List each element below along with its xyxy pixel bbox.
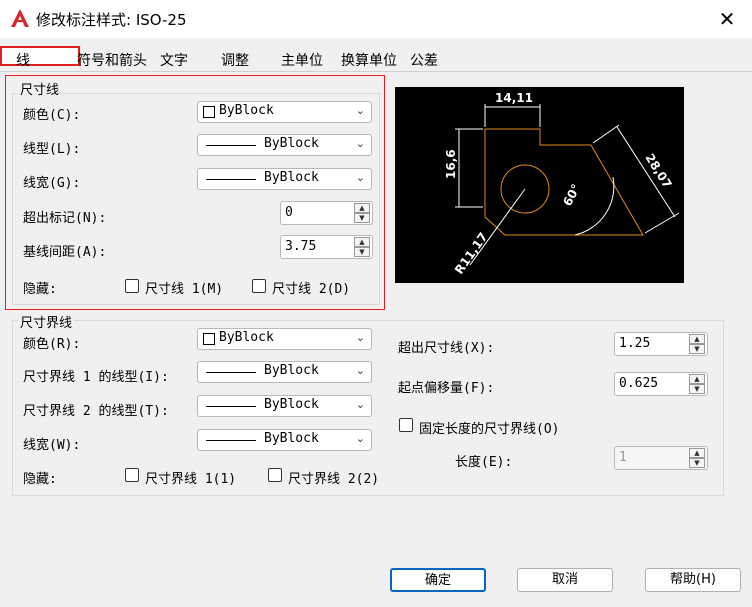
color-swatch	[203, 333, 215, 345]
suppress-ext1-checkbox[interactable]	[125, 468, 139, 482]
cancel-button[interactable]: 取消	[517, 568, 613, 592]
fixed-length-checkbox[interactable]	[399, 418, 413, 432]
chevron-down-icon: ⌄	[355, 398, 365, 411]
offset-origin-value: 0.625	[619, 376, 659, 391]
ext-color-select[interactable]: ByBlock ⌄	[197, 328, 372, 350]
spin-down-icon[interactable]: ▼	[689, 384, 705, 394]
spin-up-icon[interactable]: ▲	[354, 237, 370, 247]
tab-primary-units[interactable]: 主单位	[281, 50, 323, 72]
tab-symbols-arrows[interactable]: 符号和箭头	[77, 50, 147, 72]
dim-color-select[interactable]: ByBlock ⌄	[197, 101, 372, 123]
fixed-length-label: 固定长度的尺寸界线(O)	[419, 422, 560, 437]
spin-up-icon[interactable]: ▲	[689, 334, 705, 344]
tab-tolerances[interactable]: 公差	[410, 50, 438, 72]
chevron-down-icon: ⌄	[355, 171, 365, 184]
tab-fit[interactable]: 调整	[221, 50, 249, 72]
tab-text[interactable]: 文字	[160, 50, 188, 72]
dim-color-label: 颜色(C):	[23, 108, 81, 123]
help-button[interactable]: 帮助(H)	[645, 568, 741, 592]
ext2-linetype-value: ByBlock	[264, 397, 319, 412]
spin-down-icon[interactable]: ▼	[689, 458, 705, 468]
ext2-linetype-label: 尺寸界线 2 的线型(T):	[23, 404, 169, 419]
extension-lines-title: 尺寸界线	[18, 312, 75, 331]
chevron-down-icon: ⌄	[355, 137, 365, 150]
spin-up-icon[interactable]: ▲	[689, 374, 705, 384]
preview-drawing: 14,11 16,6 28,07 60° R11,17	[444, 91, 680, 277]
ext2-linetype-select[interactable]: ByBlock ⌄	[197, 395, 372, 417]
spin-up-icon[interactable]: ▲	[354, 203, 370, 213]
extend-beyond-label: 超出尺寸线(X):	[398, 341, 495, 356]
baseline-spacing-value: 3.75	[285, 239, 317, 254]
linetype-sample	[206, 145, 256, 146]
lineweight-sample	[206, 440, 256, 441]
ext-lineweight-label: 线宽(W):	[23, 438, 81, 453]
suppress-dim1-label: 尺寸线 1(M)	[145, 282, 224, 297]
suppress-ext1-label: 尺寸界线 1(1)	[145, 472, 237, 487]
preview-dim-diag: 28,07	[642, 151, 674, 191]
tab-lines[interactable]: 线	[16, 50, 30, 72]
suppress-dim1-checkbox[interactable]	[125, 279, 139, 293]
spin-down-icon[interactable]: ▼	[354, 213, 370, 223]
window-title: 修改标注样式: ISO-25	[36, 11, 187, 29]
autocad-logo-icon	[11, 9, 29, 27]
chevron-down-icon: ⌄	[355, 331, 365, 344]
preview-dim-angle: 60°	[560, 182, 583, 209]
chevron-down-icon: ⌄	[355, 104, 365, 117]
suppress-ext2-label: 尺寸界线 2(2)	[288, 472, 380, 487]
extend-beyond-spinner[interactable]: 1.25 ▲ ▼	[614, 332, 708, 356]
color-swatch	[203, 106, 215, 118]
ext1-linetype-label: 尺寸界线 1 的线型(I):	[23, 370, 169, 385]
dim-lineweight-value: ByBlock	[264, 170, 319, 185]
ext1-linetype-value: ByBlock	[264, 363, 319, 378]
suppress-dim2-checkbox[interactable]	[252, 279, 266, 293]
dim-linetype-value: ByBlock	[264, 136, 319, 151]
baseline-spacing-label: 基线间距(A):	[23, 245, 107, 260]
preview-dim-left: 16,6	[444, 149, 458, 179]
ext1-linetype-select[interactable]: ByBlock ⌄	[197, 361, 372, 383]
preview-dim-top: 14,11	[495, 91, 533, 105]
spin-up-icon[interactable]: ▲	[689, 448, 705, 458]
length-value: 1	[619, 450, 627, 465]
dim-linetype-label: 线型(L):	[23, 142, 81, 157]
offset-origin-label: 起点偏移量(F):	[398, 381, 495, 396]
dim-linetype-select[interactable]: ByBlock ⌄	[197, 134, 372, 156]
ok-button[interactable]: 确定	[390, 568, 486, 592]
dim-color-value: ByBlock	[219, 103, 274, 118]
extend-ticks-label: 超出标记(N):	[23, 211, 107, 226]
ext-lineweight-select[interactable]: ByBlock ⌄	[197, 429, 372, 451]
chevron-down-icon: ⌄	[355, 364, 365, 377]
length-spinner[interactable]: 1 ▲ ▼	[614, 446, 708, 470]
length-label: 长度(E):	[455, 455, 513, 470]
dim-lineweight-label: 线宽(G):	[23, 176, 81, 191]
tab-alternate-units[interactable]: 换算单位	[341, 50, 397, 72]
linetype-sample	[206, 406, 256, 407]
extend-ticks-spinner[interactable]: 0 ▲ ▼	[280, 201, 373, 225]
spin-down-icon[interactable]: ▼	[354, 247, 370, 257]
chevron-down-icon: ⌄	[355, 432, 365, 445]
tab-bar: 线 符号和箭头 文字 调整 主单位 换算单位 公差	[0, 50, 752, 72]
suppress-ext2-checkbox[interactable]	[268, 468, 282, 482]
baseline-spacing-spinner[interactable]: 3.75 ▲ ▼	[280, 235, 373, 259]
ext-suppress-label: 隐藏:	[23, 472, 57, 487]
title-bar: 修改标注样式: ISO-25 ✕	[0, 0, 752, 38]
lineweight-sample	[206, 179, 256, 180]
offset-origin-spinner[interactable]: 0.625 ▲ ▼	[614, 372, 708, 396]
suppress-dim2-label: 尺寸线 2(D)	[272, 282, 351, 297]
ext-color-label: 颜色(R):	[23, 337, 81, 352]
dim-lineweight-select[interactable]: ByBlock ⌄	[197, 168, 372, 190]
extend-beyond-value: 1.25	[619, 336, 651, 351]
preview-dim-radius: R11,17	[452, 230, 491, 277]
ext-lineweight-value: ByBlock	[264, 431, 319, 446]
preview-pane: 14,11 16,6 28,07 60° R11,17	[395, 87, 684, 283]
ext-color-value: ByBlock	[219, 330, 274, 345]
linetype-sample	[206, 372, 256, 373]
close-button[interactable]: ✕	[716, 8, 738, 30]
spin-down-icon[interactable]: ▼	[689, 344, 705, 354]
dim-suppress-label: 隐藏:	[23, 282, 57, 297]
extend-ticks-value: 0	[285, 205, 293, 220]
